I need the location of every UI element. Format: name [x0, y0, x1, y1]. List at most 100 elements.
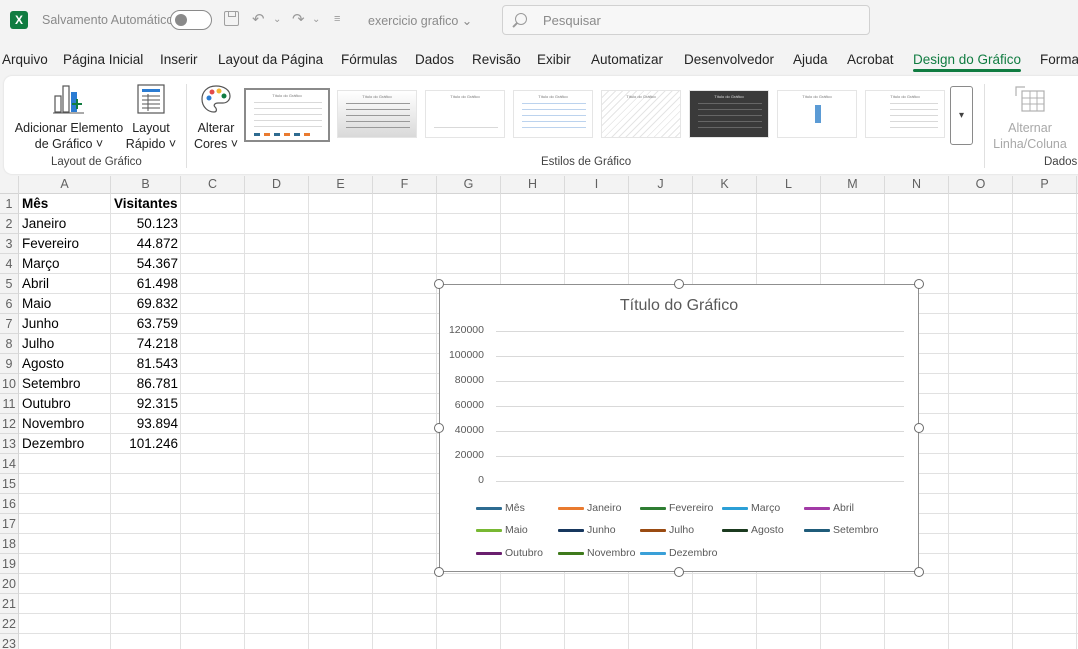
- chart-style-5[interactable]: Título do Gráfico: [601, 90, 681, 138]
- cell-a9[interactable]: Agosto: [19, 354, 111, 374]
- tab-exibir[interactable]: Exibir: [537, 52, 571, 67]
- row-header-2[interactable]: 2: [0, 214, 19, 234]
- row-header-11[interactable]: 11: [0, 394, 19, 414]
- tab-formatar[interactable]: Formatar: [1040, 52, 1078, 67]
- column-header-o[interactable]: O: [949, 176, 1013, 194]
- cell-a2[interactable]: Janeiro: [19, 214, 111, 234]
- row-header-20[interactable]: 20: [0, 574, 19, 594]
- legend-item[interactable]: Agosto: [722, 524, 784, 536]
- resize-handle[interactable]: [434, 567, 444, 577]
- cell-b5[interactable]: 61.498: [111, 274, 181, 294]
- row-header-5[interactable]: 5: [0, 274, 19, 294]
- tab-inserir[interactable]: Inserir: [160, 52, 198, 67]
- select-all-corner[interactable]: [0, 176, 19, 194]
- file-name[interactable]: exercicio grafico ⌄: [368, 13, 472, 28]
- chart-style-6[interactable]: Título do Gráfico: [689, 90, 769, 138]
- cell-b2[interactable]: 50.123: [111, 214, 181, 234]
- save-icon[interactable]: [224, 11, 239, 26]
- tab-arquivo[interactable]: Arquivo: [2, 52, 48, 67]
- cell-a5[interactable]: Abril: [19, 274, 111, 294]
- cell-b12[interactable]: 93.894: [111, 414, 181, 434]
- cell-a13[interactable]: Dezembro: [19, 434, 111, 454]
- row-header-6[interactable]: 6: [0, 294, 19, 314]
- cell-b10[interactable]: 86.781: [111, 374, 181, 394]
- legend-item[interactable]: Novembro: [558, 547, 635, 559]
- change-colors-button[interactable]: Alterar Cores ˅: [190, 82, 242, 152]
- row-header-17[interactable]: 17: [0, 514, 19, 534]
- resize-handle[interactable]: [914, 279, 924, 289]
- row-header-15[interactable]: 15: [0, 474, 19, 494]
- column-header-c[interactable]: C: [181, 176, 245, 194]
- legend-item[interactable]: Setembro: [804, 524, 879, 536]
- cell-a7[interactable]: Junho: [19, 314, 111, 334]
- chart-style-2[interactable]: Título do Gráfico: [337, 90, 417, 138]
- cell-a1[interactable]: Mês: [19, 194, 111, 214]
- row-header-23[interactable]: 23: [0, 634, 19, 649]
- column-header-a[interactable]: A: [19, 176, 111, 194]
- chart-style-7[interactable]: Título do Gráfico: [777, 90, 857, 138]
- tab-acrobat[interactable]: Acrobat: [847, 52, 894, 67]
- legend-item[interactable]: Dezembro: [640, 547, 717, 559]
- tab-pagina-inicial[interactable]: Página Inicial: [63, 52, 143, 67]
- row-header-10[interactable]: 10: [0, 374, 19, 394]
- tab-ajuda[interactable]: Ajuda: [793, 52, 828, 67]
- row-header-8[interactable]: 8: [0, 334, 19, 354]
- tab-revisao[interactable]: Revisão: [472, 52, 521, 67]
- column-header-j[interactable]: J: [629, 176, 693, 194]
- column-header-h[interactable]: H: [501, 176, 565, 194]
- chart-title[interactable]: Título do Gráfico: [440, 297, 918, 315]
- gallery-more-icon[interactable]: ▾: [950, 86, 973, 145]
- switch-row-column-button[interactable]: Alternar Linha/Coluna: [990, 82, 1070, 152]
- undo-icon[interactable]: ↶: [252, 10, 265, 28]
- cell-a11[interactable]: Outubro: [19, 394, 111, 414]
- quick-layout-button[interactable]: Layout Rápido ˅: [124, 82, 178, 152]
- resize-handle[interactable]: [674, 279, 684, 289]
- cell-a3[interactable]: Fevereiro: [19, 234, 111, 254]
- tab-layout-da-pagina[interactable]: Layout da Página: [218, 52, 323, 67]
- cell-b9[interactable]: 81.543: [111, 354, 181, 374]
- legend-item[interactable]: Fevereiro: [640, 502, 713, 514]
- resize-handle[interactable]: [434, 279, 444, 289]
- cell-a10[interactable]: Setembro: [19, 374, 111, 394]
- row-header-1[interactable]: 1: [0, 194, 19, 214]
- chart-style-1[interactable]: Título do Gráfico: [244, 88, 330, 142]
- column-header-l[interactable]: L: [757, 176, 821, 194]
- column-header-m[interactable]: M: [821, 176, 885, 194]
- row-header-12[interactable]: 12: [0, 414, 19, 434]
- row-header-22[interactable]: 22: [0, 614, 19, 634]
- row-header-7[interactable]: 7: [0, 314, 19, 334]
- column-header-i[interactable]: I: [565, 176, 629, 194]
- cell-a4[interactable]: Março: [19, 254, 111, 274]
- row-header-21[interactable]: 21: [0, 594, 19, 614]
- cell-b7[interactable]: 63.759: [111, 314, 181, 334]
- row-header-18[interactable]: 18: [0, 534, 19, 554]
- row-header-13[interactable]: 13: [0, 434, 19, 454]
- column-header-e[interactable]: E: [309, 176, 373, 194]
- undo-dropdown-icon[interactable]: ⌄: [273, 14, 281, 25]
- legend-item[interactable]: Maio: [476, 524, 528, 536]
- resize-handle[interactable]: [434, 423, 444, 433]
- row-header-19[interactable]: 19: [0, 554, 19, 574]
- redo-dropdown-icon[interactable]: ⌄: [312, 14, 320, 25]
- row-header-14[interactable]: 14: [0, 454, 19, 474]
- row-header-16[interactable]: 16: [0, 494, 19, 514]
- column-header-f[interactable]: F: [373, 176, 437, 194]
- cell-a12[interactable]: Novembro: [19, 414, 111, 434]
- column-header-d[interactable]: D: [245, 176, 309, 194]
- cell-b8[interactable]: 74.218: [111, 334, 181, 354]
- search-input[interactable]: Pesquisar: [502, 5, 870, 35]
- autosave-toggle[interactable]: [170, 10, 212, 30]
- legend-item[interactable]: Julho: [640, 524, 694, 536]
- column-header-k[interactable]: K: [693, 176, 757, 194]
- legend-item[interactable]: Junho: [558, 524, 616, 536]
- cell-b4[interactable]: 54.367: [111, 254, 181, 274]
- resize-handle[interactable]: [914, 567, 924, 577]
- row-header-3[interactable]: 3: [0, 234, 19, 254]
- legend-item[interactable]: Março: [722, 502, 780, 514]
- cell-b1[interactable]: Visitantes: [111, 194, 181, 214]
- row-header-9[interactable]: 9: [0, 354, 19, 374]
- row-header-4[interactable]: 4: [0, 254, 19, 274]
- tab-formulas[interactable]: Fórmulas: [341, 52, 397, 67]
- resize-handle[interactable]: [914, 423, 924, 433]
- tab-desenvolvedor[interactable]: Desenvolvedor: [684, 52, 774, 67]
